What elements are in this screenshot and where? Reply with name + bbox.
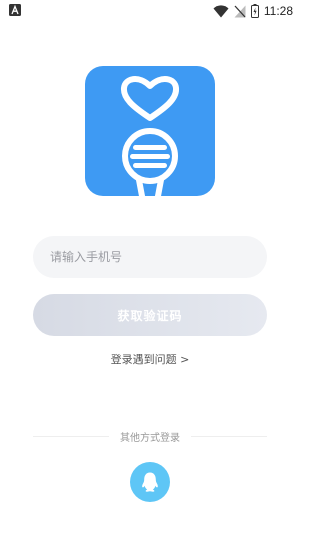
get-code-button[interactable]: 获取验证码 [33, 294, 267, 336]
wifi-icon [213, 4, 229, 17]
app-logo [85, 66, 215, 199]
qq-penguin-icon [142, 472, 158, 492]
phone-input[interactable] [33, 236, 267, 278]
heart-microphone-logo [121, 76, 179, 199]
qq-login-button[interactable] [130, 462, 170, 502]
status-icons: 11:28 [213, 2, 293, 20]
divider-right [191, 436, 267, 437]
signal-off-icon [234, 5, 246, 17]
status-time: 11:28 [263, 4, 293, 18]
status-bar: 11:28 [0, 0, 300, 22]
login-trouble-link[interactable]: 登录遇到问题 > [0, 351, 300, 367]
battery-charging-icon [250, 4, 259, 18]
a-notification-icon [9, 4, 21, 16]
heart-icon [121, 76, 179, 121]
